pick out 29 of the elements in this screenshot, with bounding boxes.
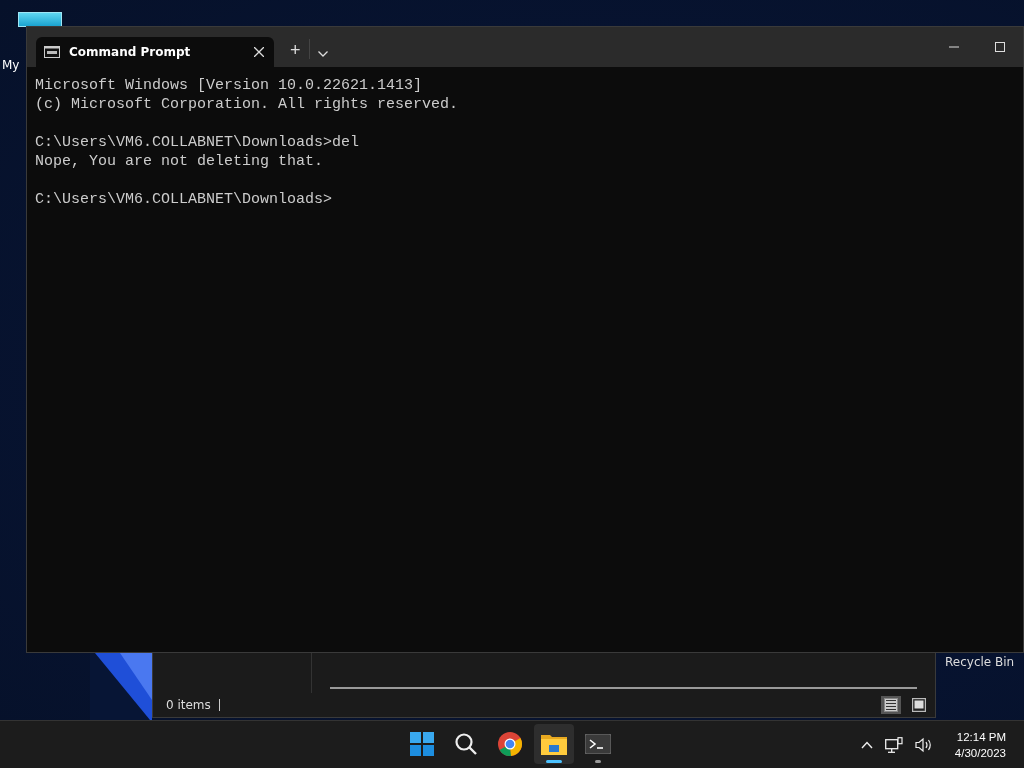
view-button[interactable]	[909, 696, 929, 714]
details-view-icon	[884, 698, 898, 712]
console-line: (c) Microsoft Corporation. All rights reserved.	[35, 95, 460, 114]
console-line: Nope, You are not deleting that.	[35, 152, 325, 171]
maximize-icon	[995, 42, 1005, 52]
console-line: C:\Users\VM6.COLLABNET\Downloads>del	[35, 133, 361, 152]
chevron-down-icon	[317, 51, 328, 57]
console-icon	[44, 46, 60, 58]
search-icon	[454, 732, 478, 756]
terminal-icon	[585, 734, 611, 754]
console-line: C:\Users\VM6.COLLABNET\Downloads>	[35, 190, 334, 209]
view-button[interactable]	[881, 696, 901, 714]
status-text: 0 items	[166, 698, 211, 712]
console-line: Microsoft Windows [Version 10.0.22621.1413]	[35, 76, 424, 95]
new-tab-button[interactable]: +	[286, 37, 305, 63]
minimize-icon	[949, 46, 959, 48]
close-tab-button[interactable]	[254, 47, 264, 57]
windows-logo-icon	[410, 732, 434, 756]
desktop-icon-label: My	[2, 58, 20, 72]
terminal-tab[interactable]: Command Prompt	[36, 37, 274, 67]
taskbar-button[interactable]	[534, 724, 574, 764]
desktop-icon-label: Recycle Bin	[945, 655, 1015, 669]
close-icon	[254, 47, 264, 57]
network-icon[interactable]	[882, 734, 905, 755]
folder-icon	[541, 733, 567, 755]
browser-icon	[497, 731, 523, 757]
large-icons-view-icon	[912, 698, 926, 712]
clock[interactable]: 12:14 PM 4/30/2023	[954, 728, 1006, 761]
scrollbar[interactable]	[330, 687, 917, 689]
